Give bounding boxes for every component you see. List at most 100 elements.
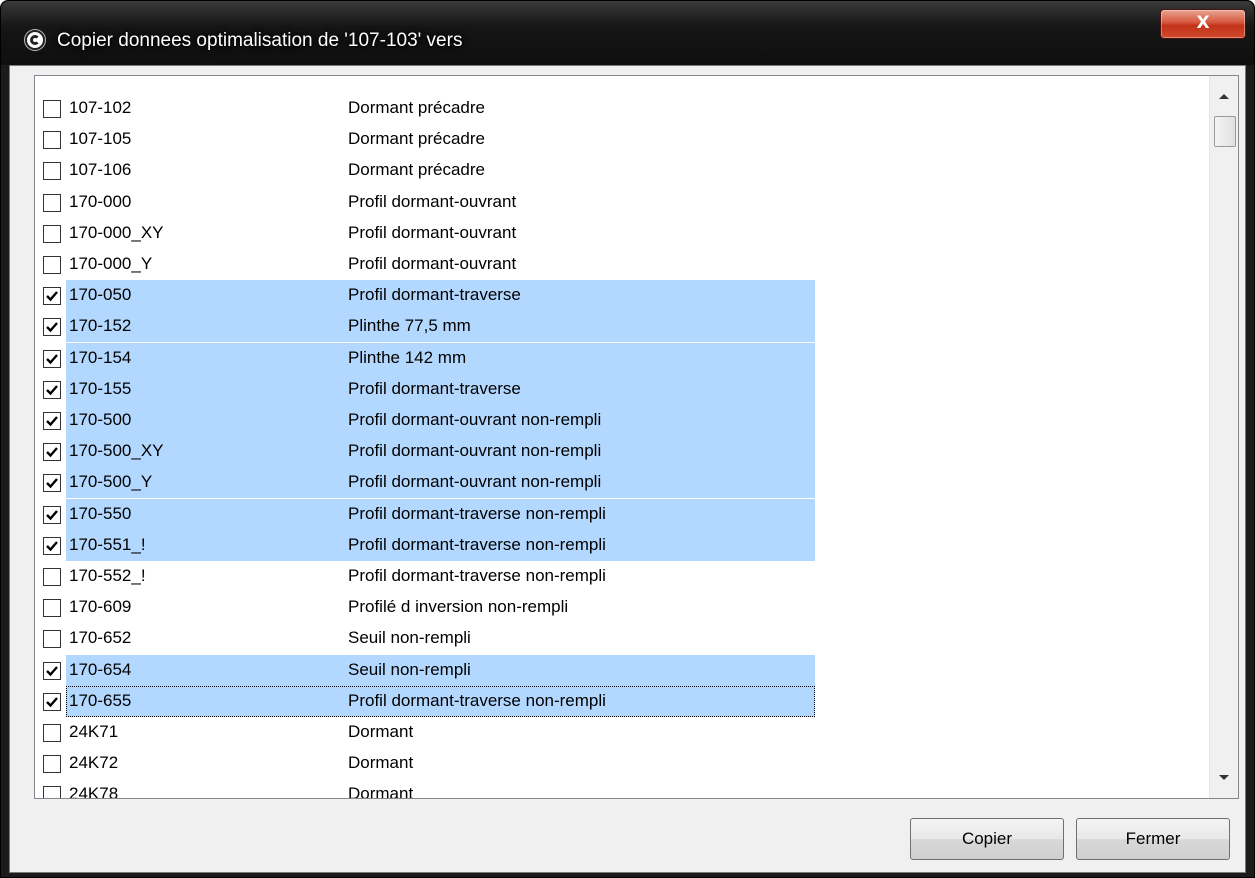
item-description: Dormant: [348, 784, 414, 799]
list-item[interactable]: 170-655 Profil dormant-traverse non-rempl…: [35, 685, 1205, 717]
checkmark-icon: [46, 665, 58, 676]
item-description: Dormant: [348, 753, 414, 773]
item-code: 170-000: [69, 191, 132, 211]
list-item[interactable]: 107-102 Dormant précadre: [35, 93, 1205, 124]
checkbox-unchecked[interactable]: [43, 630, 61, 649]
item-description: Seuil non-rempli: [348, 659, 471, 679]
checkbox-checked[interactable]: [43, 349, 61, 368]
checkmark-icon: [46, 478, 58, 489]
item-code: 170-500_XY: [69, 441, 164, 461]
checkbox-checked[interactable]: [43, 443, 61, 462]
checkmark-icon: [46, 353, 58, 364]
checkbox-checked[interactable]: [43, 661, 61, 680]
checkbox-checked[interactable]: [43, 474, 61, 493]
item-description: Profilé d inversion non-rempli: [348, 597, 569, 617]
item-code: 170-652: [69, 628, 132, 648]
close-button[interactable]: Fermer: [1076, 818, 1230, 860]
checkbox-checked[interactable]: [43, 287, 61, 306]
checkbox-checked[interactable]: [43, 692, 61, 711]
list-item[interactable]: 170-152 Plinthe 77,5 mm: [35, 311, 1205, 343]
list-item[interactable]: 170-552_! Profil dormant-traverse non-rem…: [35, 561, 1205, 592]
item-code: 24K72: [69, 753, 119, 773]
scrollbar-thumb[interactable]: [1214, 116, 1236, 147]
copy-button[interactable]: Copier: [910, 818, 1064, 860]
checkmark-icon: [46, 291, 58, 302]
checkmark-icon: [46, 541, 58, 552]
checkmark-icon: [46, 322, 58, 333]
list-item[interactable]: 107-106 Dormant précadre: [35, 155, 1205, 186]
list-item[interactable]: 170-551_! Profil dormant-traverse non-rem…: [35, 529, 1205, 561]
checkbox-unchecked[interactable]: [43, 224, 61, 243]
scroll-up-arrow-icon[interactable]: [1219, 94, 1229, 99]
checkbox-unchecked[interactable]: [43, 599, 61, 618]
checkmark-icon: [46, 416, 58, 427]
profile-checklist[interactable]: 107-102 Dormant précadre 107-105 Dormant pr…: [34, 75, 1239, 799]
item-code: 170-550: [69, 503, 132, 523]
list-item[interactable]: 170-550 Profil dormant-traverse non-rempl…: [35, 498, 1205, 530]
scroll-down-arrow-icon[interactable]: [1219, 775, 1229, 780]
list-item[interactable]: 170-500_Y Profil dormant-ouvrant non-remp…: [35, 467, 1205, 499]
item-description: Dormant précadre: [348, 129, 486, 149]
item-code: 170-155: [69, 378, 132, 398]
checkbox-checked[interactable]: [43, 536, 61, 555]
item-code: 170-000_Y: [69, 254, 153, 273]
list-item[interactable]: 170-000_Y Profil dormant-ouvrant: [35, 249, 1205, 280]
checkbox-unchecked[interactable]: [43, 755, 61, 774]
checkbox-checked[interactable]: [43, 412, 61, 430]
checkmark-icon: [46, 509, 58, 520]
checkbox-unchecked[interactable]: [43, 724, 61, 742]
list-item[interactable]: 170-154 Plinthe 142 mm: [35, 342, 1205, 374]
checkmark-icon: [46, 385, 58, 396]
list-item[interactable]: 170-609 Profilé d inversion non-rempli: [35, 592, 1205, 623]
item-description: Plinthe 142 mm: [348, 347, 467, 367]
item-description: Profil dormant-ouvrant: [348, 191, 517, 211]
item-description: Profil dormant-ouvrant: [348, 254, 517, 273]
item-code: 170-609: [69, 597, 132, 617]
checkbox-unchecked[interactable]: [43, 193, 61, 212]
item-code: 24K78: [69, 784, 119, 799]
list-item[interactable]: 170-050 Profil dormant-traverse: [35, 280, 1205, 312]
checkbox-unchecked[interactable]: [43, 256, 61, 274]
item-code: 107-102: [69, 98, 132, 117]
list-item[interactable]: 107-105 Dormant précadre: [35, 124, 1205, 155]
dialog-window: Copier donnees optimalisation de '107-10…: [0, 0, 1255, 878]
checkbox-checked[interactable]: [43, 380, 61, 399]
list-item[interactable]: 170-500 Profil dormant-ouvrant non-rempli: [35, 405, 1205, 436]
app-icon: [25, 30, 45, 50]
title-bar[interactable]: Copier donnees optimalisation de '107-10…: [1, 1, 1254, 65]
item-code: 170-655: [69, 690, 132, 710]
checkbox-unchecked[interactable]: [43, 162, 61, 181]
item-description: Profil dormant-traverse non-rempli: [348, 503, 606, 523]
list-item[interactable]: 170-500_XY Profil dormant-ouvrant non-rem…: [35, 436, 1205, 468]
list-item[interactable]: 170-000_XY Profil dormant-ouvrant: [35, 218, 1205, 249]
list-item[interactable]: 170-155 Profil dormant-traverse: [35, 373, 1205, 405]
item-description: Profil dormant-traverse non-rempli: [348, 690, 606, 710]
item-description: Seuil non-rempli: [348, 628, 471, 648]
checkbox-unchecked[interactable]: [43, 786, 61, 798]
list-item[interactable]: 170-000 Profil dormant-ouvrant: [35, 187, 1205, 218]
checkbox-unchecked[interactable]: [43, 131, 61, 150]
item-code: 170-552_!: [69, 566, 146, 585]
close-window-button[interactable]: X: [1160, 9, 1246, 39]
list-item[interactable]: 170-652 Seuil non-rempli: [35, 623, 1205, 654]
checkbox-checked[interactable]: [43, 318, 61, 337]
checkbox-unchecked[interactable]: [43, 100, 61, 118]
item-code: 170-154: [69, 347, 132, 367]
list-item[interactable]: 24K71 Dormant: [35, 717, 1205, 748]
item-code: 170-050: [69, 285, 132, 305]
list-item[interactable]: 24K72 Dormant: [35, 748, 1205, 779]
checkbox-checked[interactable]: [43, 505, 61, 524]
item-code: 170-500: [69, 410, 132, 429]
item-code: 170-654: [69, 659, 132, 679]
item-description: Dormant: [348, 722, 414, 741]
item-description: Dormant précadre: [348, 160, 486, 180]
item-description: Profil dormant-ouvrant non-rempli: [348, 441, 602, 461]
item-code: 107-105: [69, 129, 132, 149]
item-description: Profil dormant-ouvrant non-rempli: [348, 472, 602, 492]
vertical-scrollbar[interactable]: [1209, 76, 1238, 798]
item-code: 170-500_Y: [69, 472, 153, 492]
window-title: Copier donnees optimalisation de '107-10…: [57, 30, 463, 51]
list-item[interactable]: 24K78 Dormant: [35, 779, 1205, 799]
list-item[interactable]: 170-654 Seuil non-rempli: [35, 654, 1205, 686]
checkbox-unchecked[interactable]: [43, 568, 61, 586]
